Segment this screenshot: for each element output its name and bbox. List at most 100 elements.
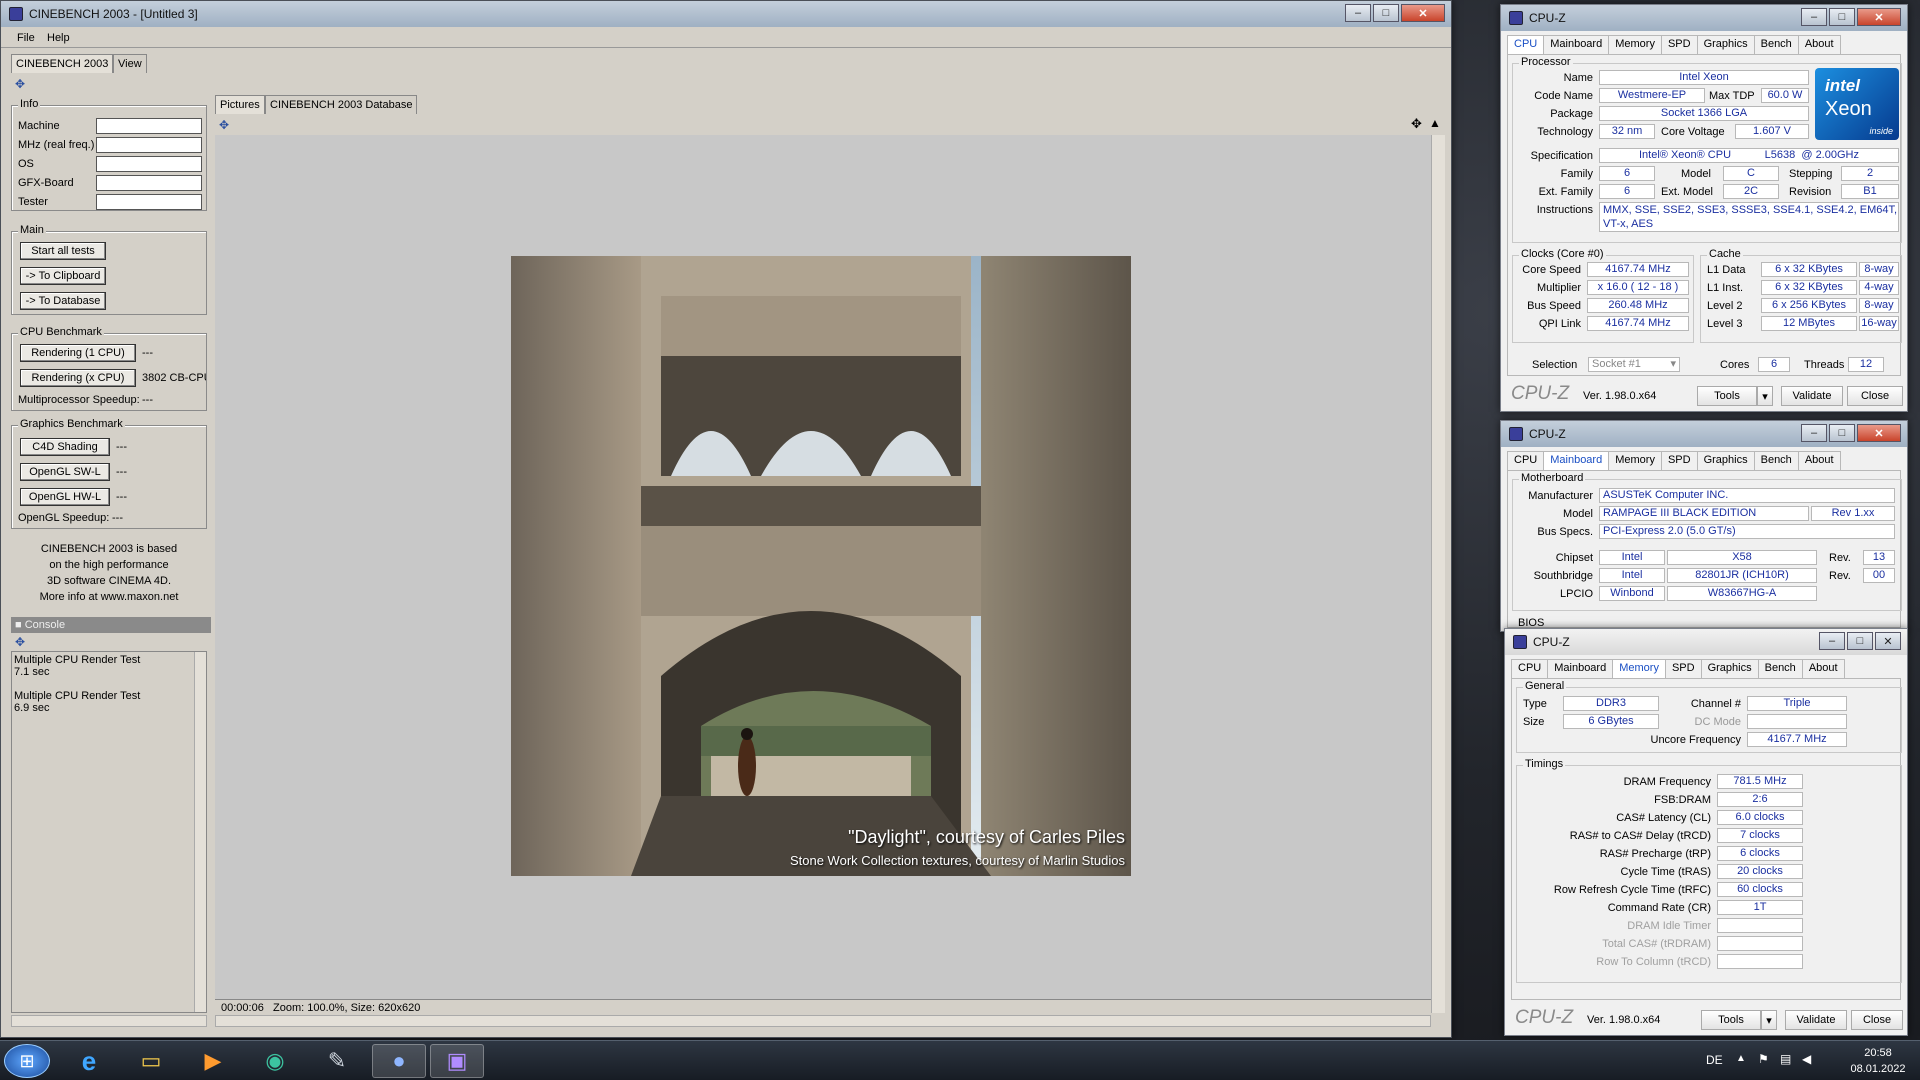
cinebench-titlebar[interactable]: CINEBENCH 2003 - [Untitled 3] – □ ✕	[1, 1, 1451, 27]
tray-arrow-icon[interactable]: ▲	[1736, 1053, 1746, 1064]
selection-dropdown[interactable]: Socket #1 ▾	[1588, 357, 1680, 372]
tab-about[interactable]: About	[1797, 451, 1841, 470]
maximize-button[interactable]: □	[1847, 632, 1873, 650]
tab-cinebench[interactable]: CINEBENCH 2003	[11, 54, 114, 73]
tools-button[interactable]: Tools	[1697, 386, 1757, 406]
uncore-freq-value: 4167.7 MHz	[1747, 732, 1847, 747]
close-button[interactable]: ✕	[1401, 4, 1445, 22]
close-button[interactable]: ✕	[1875, 632, 1901, 650]
tab-cpu[interactable]: CPU	[1507, 35, 1545, 54]
console-label: Console	[24, 619, 66, 631]
flag-icon[interactable]: ⚑	[1758, 1052, 1769, 1066]
close-app-button[interactable]: Close	[1851, 1010, 1903, 1030]
tab-pictures[interactable]: Pictures	[215, 95, 265, 114]
move-icon[interactable]: ✥	[1411, 116, 1422, 132]
render-1cpu-button[interactable]: Rendering (1 CPU)	[20, 344, 136, 362]
tab-spd[interactable]: SPD	[1660, 451, 1698, 470]
close-app-button[interactable]: Close	[1847, 386, 1903, 406]
view-vscrollbar[interactable]	[1431, 135, 1445, 1013]
cpuz-cpu-titlebar[interactable]: CPU-Z – □ ✕	[1501, 5, 1907, 31]
volume-icon[interactable]: ◀	[1802, 1052, 1811, 1066]
minimize-button[interactable]: –	[1819, 632, 1845, 650]
minimize-button[interactable]: –	[1345, 4, 1371, 22]
l1-data-label: L1 Data	[1707, 264, 1746, 276]
start-all-tests-button[interactable]: Start all tests	[20, 242, 106, 260]
tab-bench[interactable]: Bench	[1753, 35, 1799, 54]
tab-graphics[interactable]: Graphics	[1696, 451, 1755, 470]
maximize-button[interactable]: □	[1373, 4, 1399, 22]
opengl-swl-button[interactable]: OpenGL SW-L	[20, 463, 110, 481]
tester-field[interactable]	[96, 194, 202, 210]
timing-label: Command Rate (CR)	[1607, 902, 1711, 914]
tab-cpu[interactable]: CPU	[1511, 659, 1549, 678]
opengl-hwl-button[interactable]: OpenGL HW-L	[20, 488, 110, 506]
close-button[interactable]: ✕	[1857, 424, 1901, 442]
tool-icon[interactable]: ✎	[310, 1044, 364, 1078]
view-hscrollbar[interactable]	[215, 1015, 1431, 1027]
tab-mainboard[interactable]: Mainboard	[1543, 451, 1610, 470]
multiplier-value: x 16.0 ( 12 - 18 )	[1587, 280, 1689, 295]
minimize-button[interactable]: –	[1801, 424, 1827, 442]
media-player-icon[interactable]: ▶	[186, 1044, 240, 1078]
to-clipboard-button[interactable]: -> To Clipboard	[20, 267, 106, 285]
tab-spd[interactable]: SPD	[1664, 659, 1702, 678]
cpuz-mainboard-titlebar[interactable]: CPU-Z – □ ✕	[1501, 421, 1907, 447]
tab-graphics[interactable]: Graphics	[1700, 659, 1759, 678]
about-text: CINEBENCH 2003 is based on the high perf…	[11, 541, 207, 605]
close-button[interactable]: ✕	[1857, 8, 1901, 26]
console-hscrollbar[interactable]	[11, 1015, 207, 1027]
console-toggle-icon[interactable]: ■	[15, 619, 22, 631]
render-viewport[interactable]: "Daylight", courtesy of Carles Piles Sto…	[215, 135, 1431, 999]
tools-dropdown-icon[interactable]: ▾	[1761, 1010, 1777, 1030]
edge-icon[interactable]: ◉	[248, 1044, 302, 1078]
language-indicator[interactable]: DE	[1706, 1053, 1723, 1067]
to-database-button[interactable]: -> To Database	[20, 292, 106, 310]
mhz-field[interactable]	[96, 137, 202, 153]
tab-spd[interactable]: SPD	[1660, 35, 1698, 54]
pin-icon[interactable]: ✥	[15, 77, 25, 91]
warning-icon[interactable]: ▲	[1429, 116, 1441, 130]
view-pin-icon[interactable]: ✥	[219, 118, 229, 132]
console-pin-icon[interactable]: ✥	[15, 635, 25, 649]
tab-memory[interactable]: Memory	[1608, 451, 1662, 470]
maximize-button[interactable]: □	[1829, 424, 1855, 442]
menu-help[interactable]: Help	[47, 32, 70, 44]
clock[interactable]: 20:58 08.01.2022	[1840, 1045, 1916, 1077]
gfx-board-field[interactable]	[96, 175, 202, 191]
tab-graphics[interactable]: Graphics	[1696, 35, 1755, 54]
tools-dropdown-icon[interactable]: ▾	[1757, 386, 1773, 406]
cpuz-taskbar-icon[interactable]: ▣	[430, 1044, 484, 1078]
tab-cpu[interactable]: CPU	[1507, 451, 1545, 470]
ext-model-value: 2C	[1723, 184, 1779, 199]
menu-file[interactable]: File	[17, 32, 35, 44]
validate-button[interactable]: Validate	[1785, 1010, 1847, 1030]
render-xcpu-button[interactable]: Rendering (x CPU)	[20, 369, 136, 387]
tab-view[interactable]: View	[113, 54, 147, 73]
explorer-icon[interactable]: ▭	[124, 1044, 178, 1078]
dc-mode-value	[1747, 714, 1847, 729]
tab-about[interactable]: About	[1801, 659, 1845, 678]
ie-icon[interactable]: e	[62, 1044, 116, 1078]
tab-database[interactable]: CINEBENCH 2003 Database	[265, 95, 418, 114]
tab-memory[interactable]: Memory	[1612, 659, 1666, 678]
cpuz-memory-titlebar[interactable]: CPU-Z – □ ✕	[1505, 629, 1907, 655]
machine-field[interactable]	[96, 118, 202, 134]
network-icon[interactable]: ▤	[1780, 1052, 1791, 1066]
os-field[interactable]	[96, 156, 202, 172]
cinebench-taskbar-icon[interactable]: ●	[372, 1044, 426, 1078]
tab-bench[interactable]: Bench	[1757, 659, 1803, 678]
tab-bench[interactable]: Bench	[1753, 451, 1799, 470]
timing-value: 2:6	[1717, 792, 1803, 807]
tab-mainboard[interactable]: Mainboard	[1543, 35, 1610, 54]
tab-mainboard[interactable]: Mainboard	[1547, 659, 1614, 678]
minimize-button[interactable]: –	[1801, 8, 1827, 26]
console-output[interactable]: Multiple CPU Render Test 7.1 sec Multipl…	[11, 651, 207, 1013]
tools-button[interactable]: Tools	[1701, 1010, 1761, 1030]
validate-button[interactable]: Validate	[1781, 386, 1843, 406]
start-button[interactable]: ⊞	[4, 1044, 50, 1078]
tab-about[interactable]: About	[1797, 35, 1841, 54]
tab-memory[interactable]: Memory	[1608, 35, 1662, 54]
c4d-shading-button[interactable]: C4D Shading	[20, 438, 110, 456]
maximize-button[interactable]: □	[1829, 8, 1855, 26]
console-scrollbar[interactable]	[194, 652, 206, 1012]
